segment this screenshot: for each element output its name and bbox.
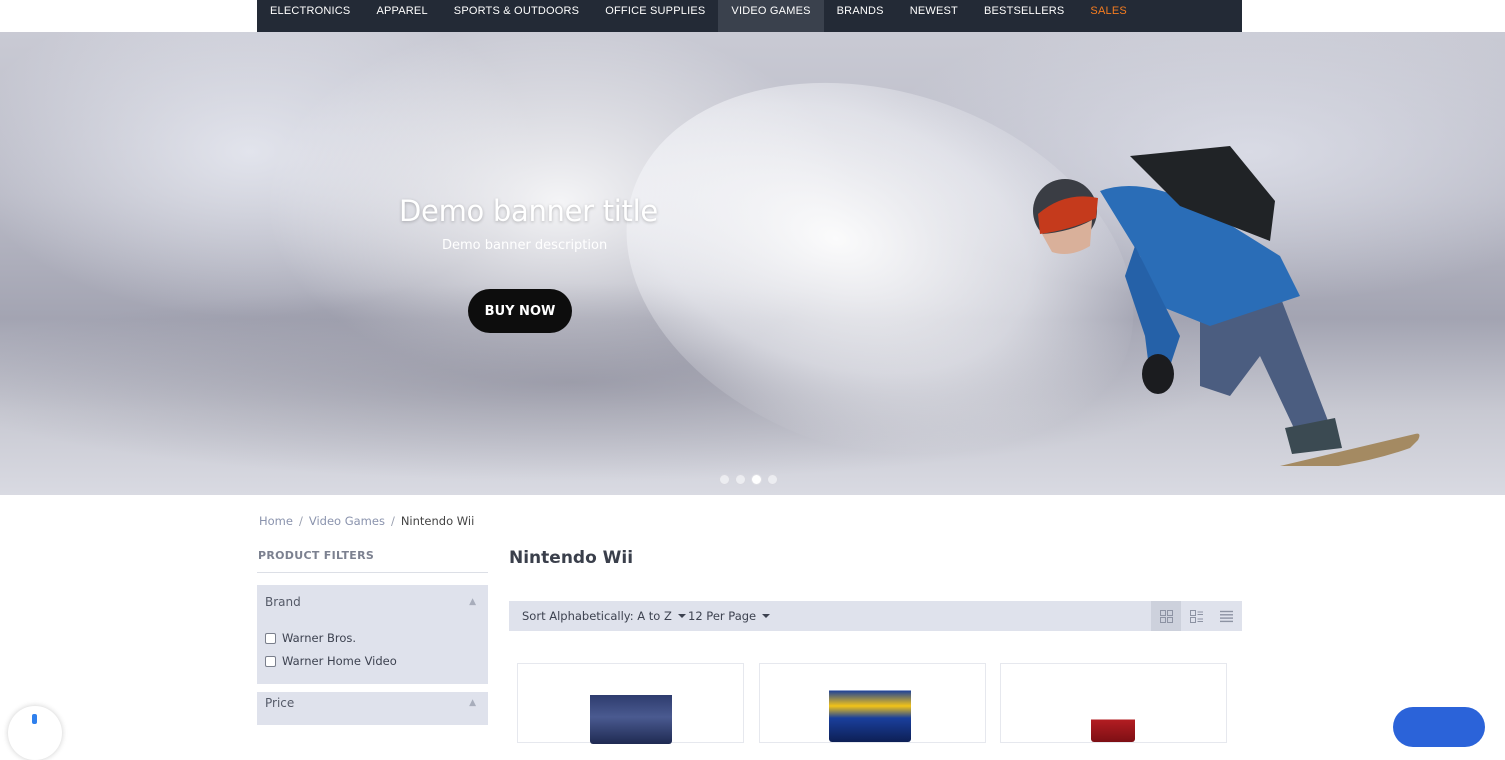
nav-item-brands[interactable]: BRANDS (824, 0, 897, 32)
filter-group-brand-header[interactable]: Brand (265, 595, 301, 609)
product-card[interactable] (759, 663, 986, 743)
caret-down-icon (677, 614, 686, 618)
grid-view-icon (1159, 609, 1173, 623)
accessibility-widget-button[interactable] (8, 706, 62, 760)
red-wii-box-art (1091, 712, 1135, 742)
list-view-button[interactable] (1211, 601, 1241, 631)
breadcrumb-home[interactable]: Home (259, 514, 293, 528)
nav-item-sales[interactable]: SALES (1077, 0, 1139, 32)
checkbox[interactable] (265, 655, 276, 667)
product-card[interactable] (1000, 663, 1227, 743)
carousel-dot-4[interactable] (767, 474, 778, 485)
page-title: Nintendo Wii (509, 548, 634, 568)
nav-item-bestsellers[interactable]: BESTSELLERS (971, 0, 1077, 32)
nav-item-video-games[interactable]: VIDEO GAMES (718, 0, 824, 32)
checkbox[interactable] (265, 632, 276, 644)
chevron-up-icon[interactable]: ▲ (469, 597, 476, 607)
lego-batman-box-art (829, 682, 911, 742)
filter-option-label: Warner Home Video (282, 654, 397, 668)
chevron-up-icon[interactable]: ▲ (469, 698, 476, 708)
list-view-icon (1219, 610, 1233, 622)
legend-of-the-guardians-box-art (590, 684, 672, 744)
divider (257, 572, 488, 573)
sort-dropdown[interactable]: Sort Alphabetically: A to Z (522, 609, 686, 623)
product-card[interactable] (517, 663, 744, 744)
breadcrumb-current: Nintendo Wii (400, 514, 475, 528)
breadcrumb-video-games[interactable]: Video Games (309, 514, 385, 528)
carousel-indicators (719, 474, 778, 485)
filter-option-label: Warner Bros. (282, 631, 357, 645)
nav-item-electronics[interactable]: ELECTRONICS (257, 0, 363, 32)
product-filters-heading: PRODUCT FILTERS (258, 549, 375, 562)
snowboarder-image (1033, 146, 1420, 466)
chat-launcher-button[interactable] (1393, 707, 1485, 747)
carousel-dot-1[interactable] (719, 474, 730, 485)
list-grid-view-icon (1189, 609, 1203, 623)
grid-view-button[interactable] (1151, 601, 1181, 631)
filter-panel: Brand ▲ Warner Bros. Warner Home Video P… (257, 585, 488, 725)
breadcrumb: Home / Video Games / Nintendo Wii (259, 514, 474, 528)
top-navigation: ELECTRONICS APPAREL SPORTS & OUTDOORS OF… (257, 0, 1242, 32)
nav-item-office-supplies[interactable]: OFFICE SUPPLIES (592, 0, 718, 32)
filter-option-warner-home-video[interactable]: Warner Home Video (265, 654, 397, 668)
filter-group-price-header[interactable]: Price (265, 696, 294, 710)
breadcrumb-separator: / (390, 514, 395, 528)
caret-down-icon (762, 614, 771, 618)
per-page-dropdown[interactable]: 12 Per Page (688, 609, 771, 623)
nav-item-sports-outdoors[interactable]: SPORTS & OUTDOORS (441, 0, 592, 32)
banner-title: Demo banner title (399, 194, 658, 228)
hero-banner: Demo banner title Demo banner descriptio… (0, 32, 1505, 495)
nav-item-newest[interactable]: NEWEST (897, 0, 971, 32)
carousel-dot-3[interactable] (751, 474, 762, 485)
listing-toolbar: Sort Alphabetically: A to Z 12 Per Page (509, 601, 1242, 631)
filter-group-separator (257, 684, 488, 692)
buy-now-button[interactable]: BUY NOW (468, 289, 572, 333)
sort-dropdown-label: Sort Alphabetically: A to Z (522, 609, 672, 623)
breadcrumb-separator: / (298, 514, 303, 528)
nav-item-apparel[interactable]: APPAREL (363, 0, 440, 32)
banner-description: Demo banner description (442, 238, 608, 253)
filter-option-warner-bros[interactable]: Warner Bros. (265, 631, 356, 645)
per-page-dropdown-label: 12 Per Page (688, 609, 757, 623)
carousel-dot-2[interactable] (735, 474, 746, 485)
list-grid-view-button[interactable] (1181, 601, 1211, 631)
